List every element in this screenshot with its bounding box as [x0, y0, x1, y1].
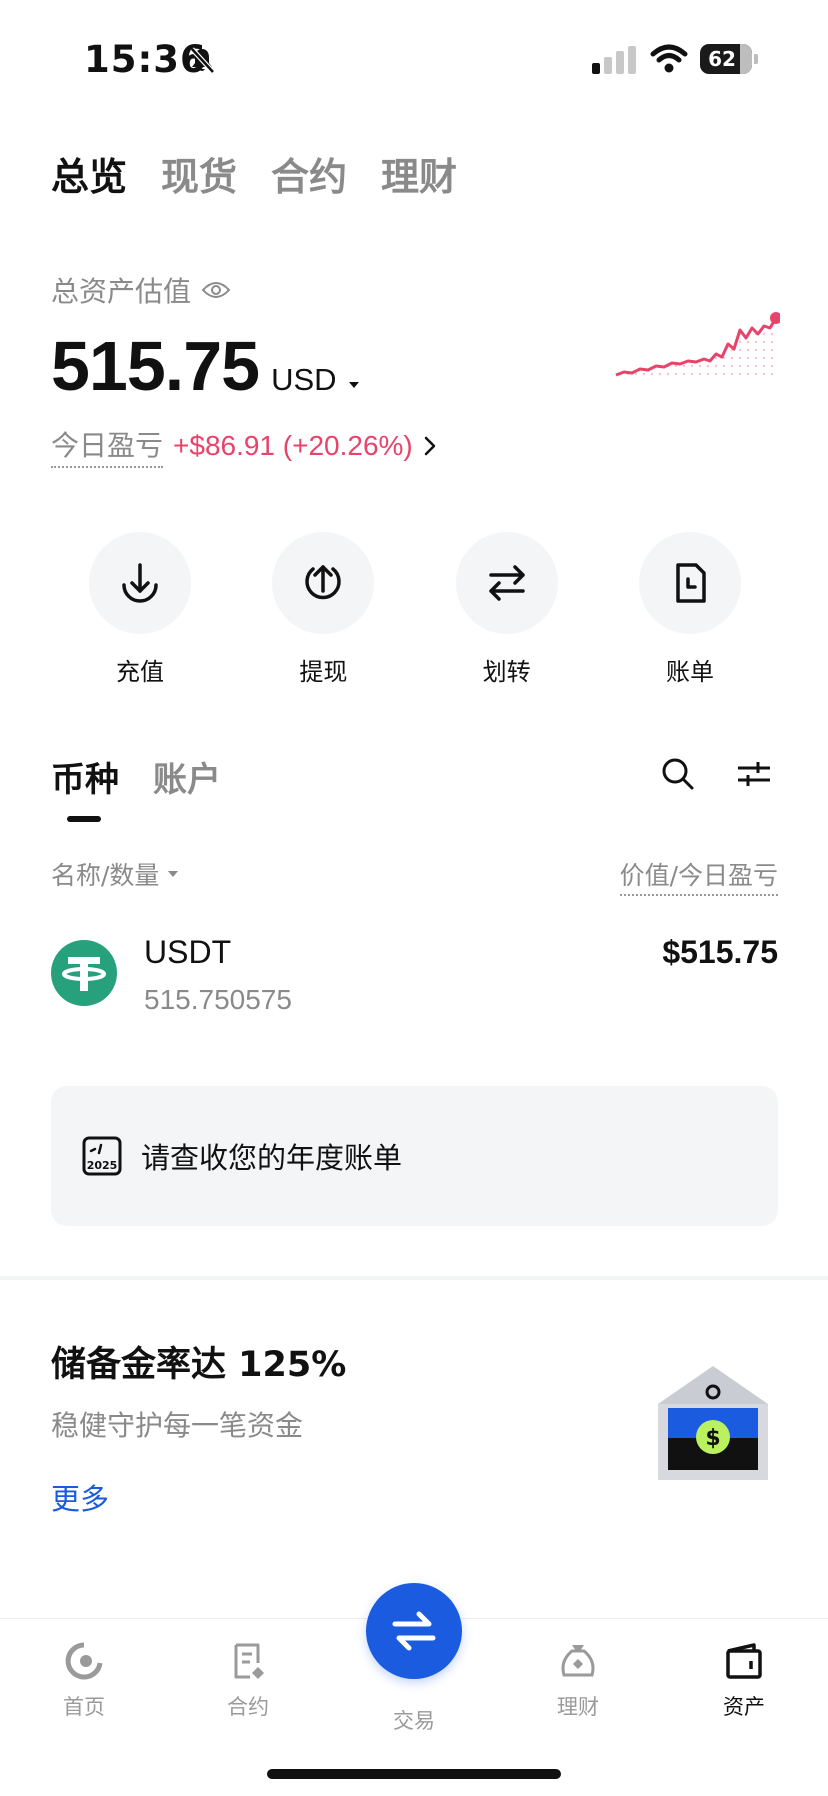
signal-icon — [592, 46, 636, 74]
nav-futures[interactable]: 合约 — [188, 1641, 308, 1721]
calendar-2025-icon: 2025 — [82, 1136, 122, 1176]
usdt-logo-icon — [51, 940, 117, 1006]
annual-bill-card[interactable]: 2025 请查收您的年度账单 — [51, 1086, 778, 1226]
tab-coins-label: 币种 — [51, 760, 119, 800]
reserve-title: 储备金率达 125% — [51, 1345, 347, 1385]
active-tab-indicator — [67, 816, 101, 822]
bill-icon — [676, 563, 706, 603]
svg-text:2025: 2025 — [87, 1159, 118, 1172]
caret-down-icon[interactable] — [347, 380, 361, 390]
tab-coins[interactable]: 币种 — [51, 752, 119, 822]
total-assets-label: 总资产估值 — [51, 275, 192, 308]
bottom-nav: 首页 合约 交易 理财 资产 — [0, 1583, 828, 1796]
tab-earn[interactable]: 理财 — [381, 146, 457, 201]
deposit-button[interactable]: 充值 — [80, 532, 200, 687]
sort-by-name[interactable]: 名称/数量 — [51, 856, 179, 892]
total-balance-value: 515.75 — [51, 327, 260, 405]
home-icon — [65, 1642, 103, 1680]
nav-assets[interactable]: 资产 — [684, 1641, 804, 1721]
asset-tabs: 币种 账户 — [51, 752, 221, 822]
pnl-row[interactable]: 今日盈亏 +$86.91 (+20.26%) — [51, 424, 437, 468]
bell-muted-icon — [190, 47, 215, 74]
chevron-right-icon[interactable] — [423, 435, 437, 457]
coin-row-usdt[interactable]: USDT 515.750575 $515.75 — [51, 932, 778, 1022]
annual-bill-text: 请查收您的年度账单 — [141, 1141, 403, 1175]
coin-value: $515.75 — [662, 934, 778, 970]
transfer-icon — [488, 565, 525, 601]
balance-label-row: 总资产估值 — [51, 270, 231, 310]
currency-selector[interactable]: USD — [271, 362, 336, 398]
battery-indicator: 62 — [700, 44, 758, 74]
battery-level: 62 — [708, 47, 736, 71]
search-icon[interactable] — [660, 756, 696, 792]
bill-button[interactable]: 账单 — [630, 532, 750, 687]
earn-icon — [561, 1645, 595, 1677]
nav-trade-label: 交易 — [393, 1709, 435, 1733]
balance-row: 515.75 USD — [51, 326, 361, 406]
trade-icon — [392, 1611, 436, 1651]
assets-icon — [726, 1643, 762, 1679]
deposit-label: 充值 — [116, 658, 164, 686]
home-indicator — [267, 1769, 561, 1779]
today-pnl-label: 今日盈亏 — [51, 424, 164, 468]
nav-home[interactable]: 首页 — [24, 1641, 144, 1721]
nav-home-label: 首页 — [63, 1695, 105, 1719]
withdraw-icon — [305, 565, 342, 600]
section-divider — [0, 1276, 828, 1280]
nav-futures-label: 合约 — [227, 1695, 269, 1719]
reserve-subtitle: 稳健守护每一笔资金 — [51, 1409, 304, 1442]
caret-down-icon — [168, 871, 179, 877]
coin-amount: 515.750575 — [144, 984, 292, 1015]
nav-earn-label: 理财 — [557, 1695, 599, 1719]
tab-spot[interactable]: 现货 — [161, 146, 237, 201]
withdraw-label: 提现 — [299, 658, 348, 686]
wifi-icon — [650, 44, 688, 73]
nav-assets-label: 资产 — [723, 1695, 765, 1719]
eye-icon[interactable] — [201, 280, 231, 300]
nav-earn[interactable]: 理财 — [518, 1641, 638, 1721]
balance-sparkline — [615, 312, 780, 380]
value-pnl-header[interactable]: 价值/今日盈亏 — [619, 856, 778, 896]
tab-accounts[interactable]: 账户 — [153, 752, 221, 801]
bank-vault-illustration: $ — [658, 1366, 768, 1480]
nav-trade-button[interactable] — [366, 1583, 462, 1679]
bill-label: 账单 — [665, 658, 714, 686]
transfer-button[interactable]: 划转 — [447, 532, 567, 687]
top-tabs: 总览 现货 合约 理财 — [51, 146, 457, 201]
withdraw-button[interactable]: 提现 — [263, 532, 383, 687]
tab-overview[interactable]: 总览 — [51, 146, 127, 201]
reserve-more-link[interactable]: 更多 — [51, 1476, 109, 1518]
svg-text:$: $ — [705, 1426, 720, 1451]
transfer-label: 划转 — [482, 658, 531, 686]
futures-icon — [234, 1643, 264, 1679]
today-pnl-value: +$86.91 (+20.26%) — [173, 430, 413, 461]
name-quantity-header: 名称/数量 — [51, 861, 160, 890]
filter-icon[interactable] — [736, 756, 772, 792]
quick-actions: 充值 提现 划转 账单 — [80, 532, 750, 687]
deposit-icon — [122, 563, 158, 603]
status-bar: 15:36 62 — [0, 0, 828, 110]
tab-futures[interactable]: 合约 — [271, 146, 347, 201]
coin-symbol: USDT — [144, 934, 232, 970]
